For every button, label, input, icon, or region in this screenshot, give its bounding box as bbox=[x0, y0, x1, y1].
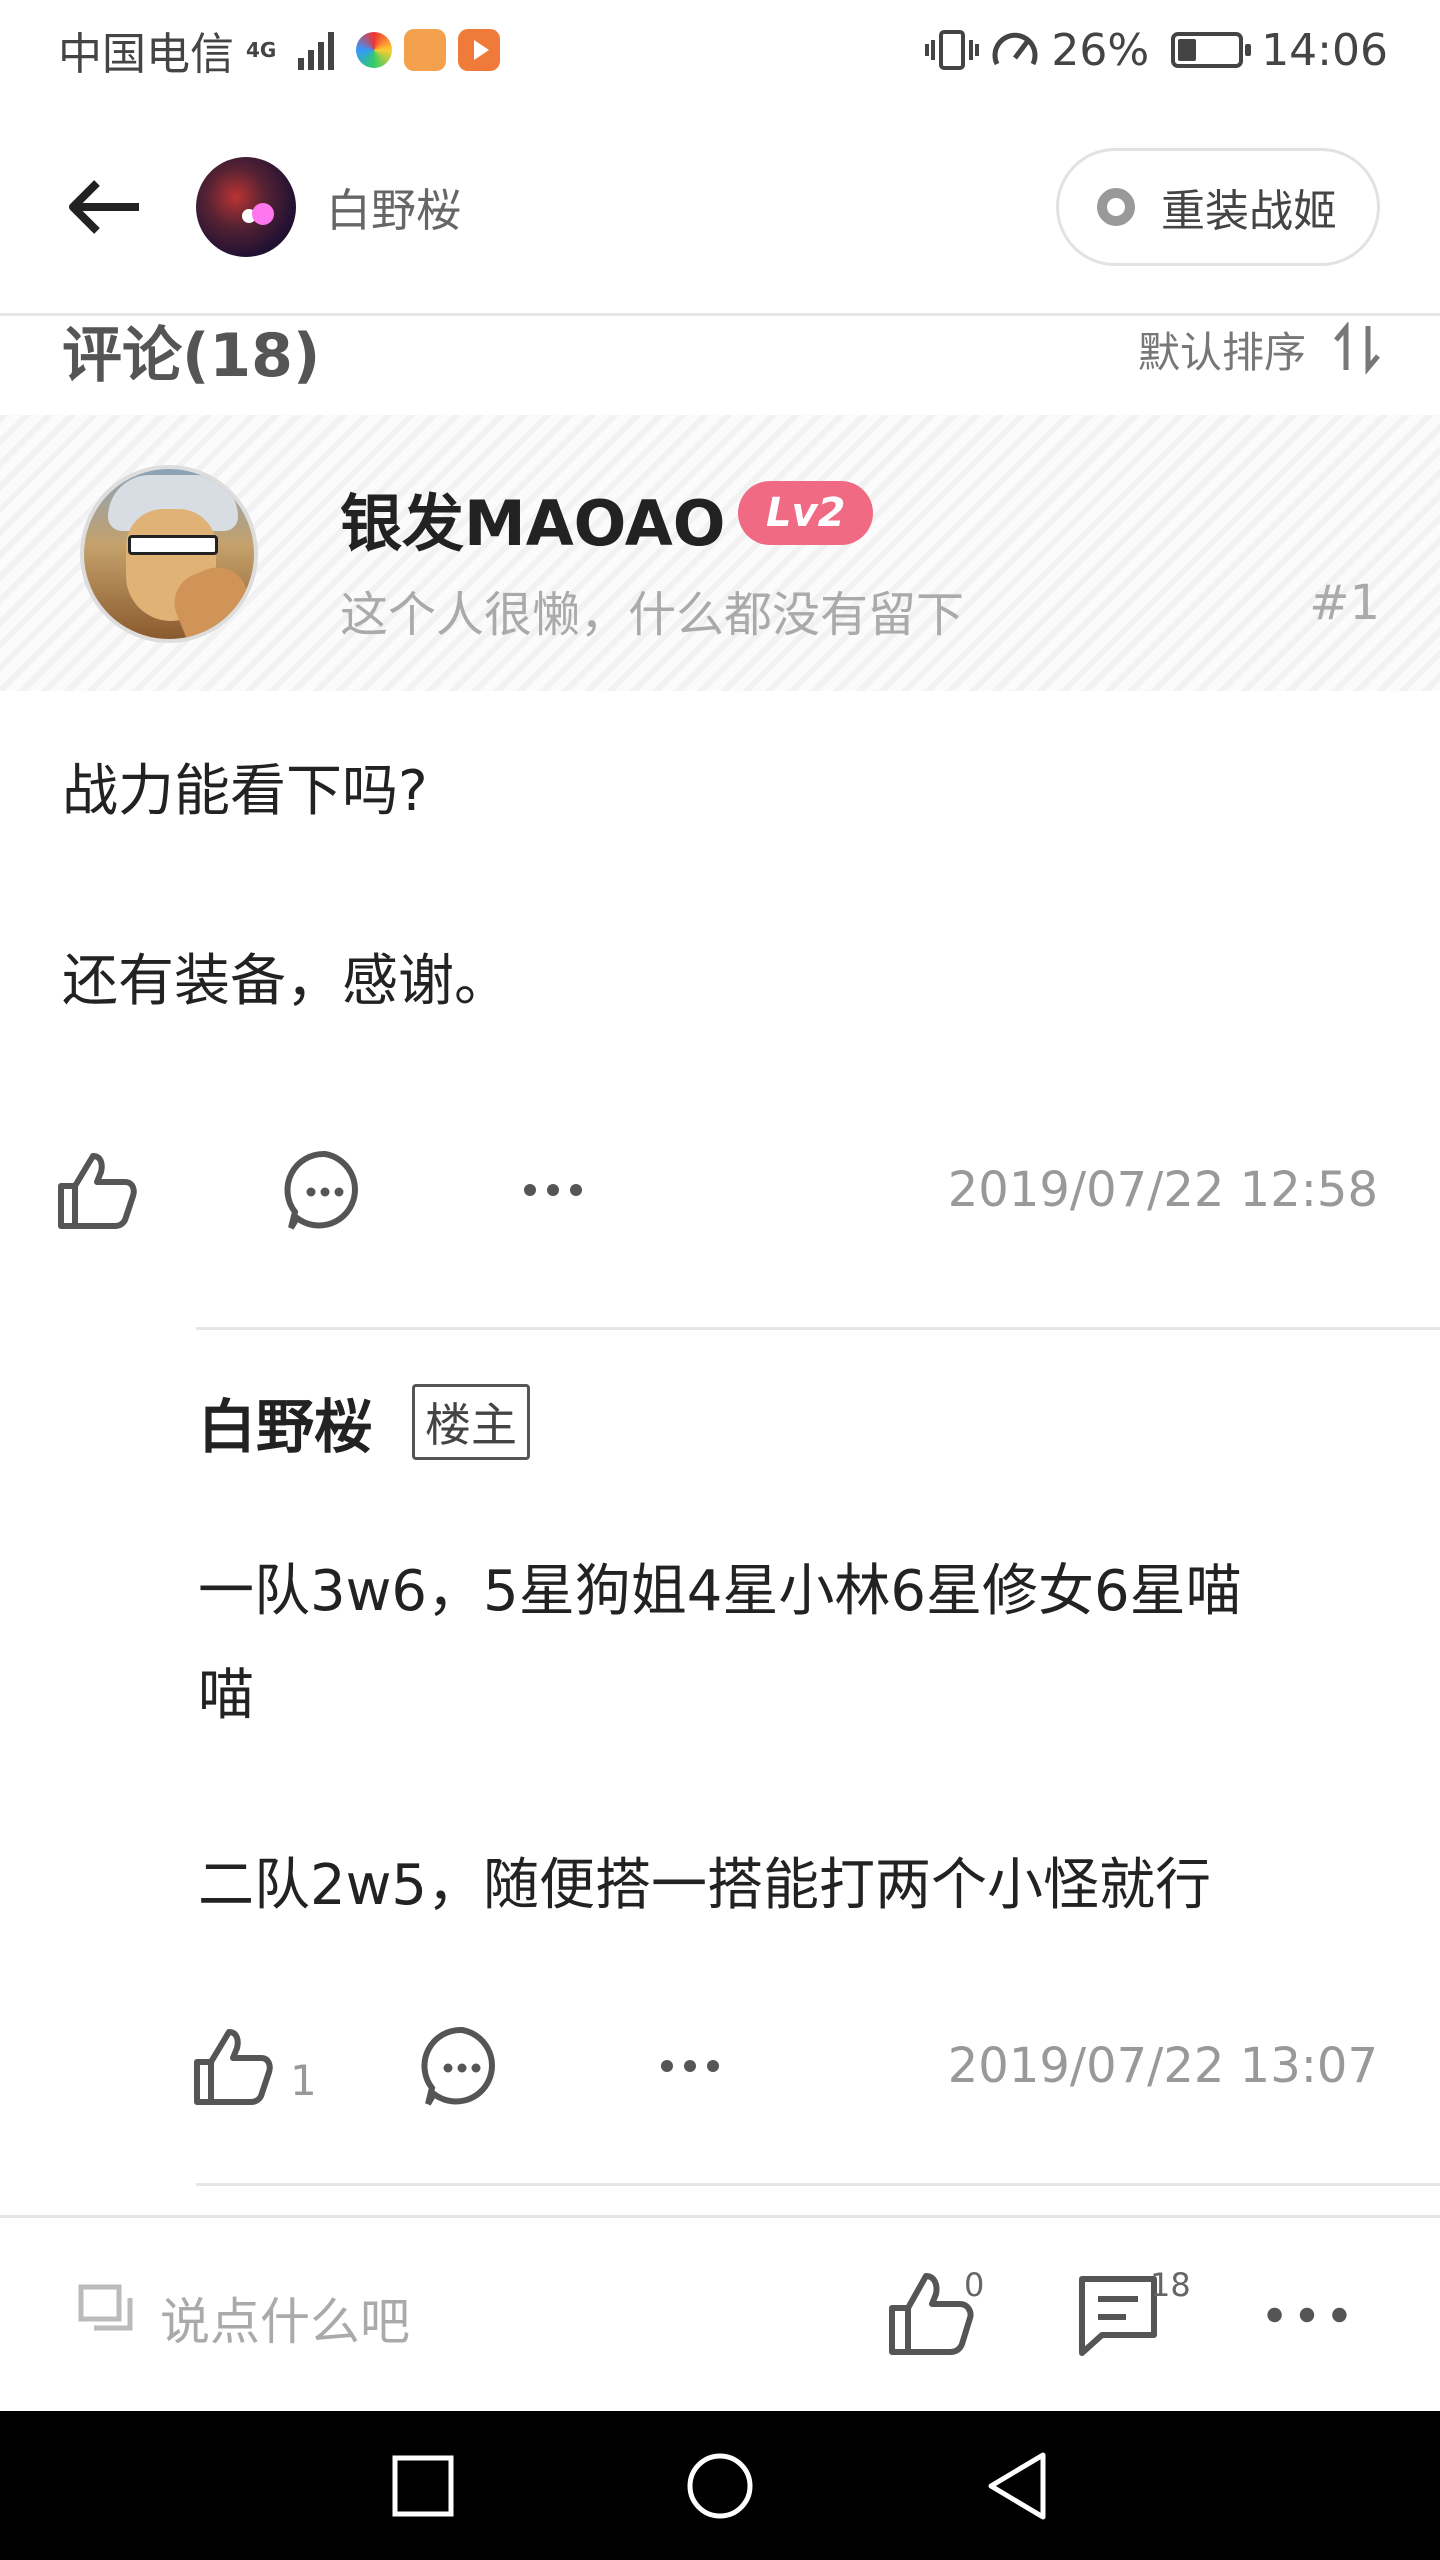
carrier-name: 中国电信 bbox=[58, 29, 234, 80]
status-bar: 中国电信 4G 26% 14:06 bbox=[0, 0, 1440, 100]
like-icon[interactable] bbox=[188, 2021, 278, 2111]
reply-line: 一队3w6，5星狗姐4星小林6星修女6星喵 bbox=[198, 1559, 1242, 1624]
commenter-avatar[interactable] bbox=[80, 465, 258, 643]
reply-bubble-icon[interactable] bbox=[417, 2021, 507, 2111]
post-like-icon[interactable] bbox=[886, 2268, 976, 2358]
battery-icon bbox=[1171, 32, 1252, 68]
reply-author-name[interactable]: 白野桜 bbox=[198, 1380, 372, 1464]
post-more-icon[interactable] bbox=[1262, 2270, 1352, 2360]
post-header: 白野桜 重装战姬 bbox=[0, 100, 1440, 316]
more-options-icon[interactable] bbox=[645, 2021, 735, 2111]
comments-title: 评论(18) bbox=[62, 321, 321, 391]
bird-app-icon bbox=[404, 29, 447, 71]
author-avatar[interactable] bbox=[196, 156, 296, 257]
reply-actions: 1 2019/07/22 13:07 bbox=[0, 2016, 1440, 2116]
recent-apps-icon[interactable] bbox=[391, 2454, 455, 2518]
post-comment-count: 18 bbox=[1150, 2266, 1191, 2304]
status-right: 26% 14:06 bbox=[925, 25, 1388, 76]
comment-input-bar: 说点什么吧 0 18 bbox=[0, 2215, 1440, 2411]
reply-divider-top bbox=[196, 1327, 1440, 1330]
more-options-icon[interactable] bbox=[508, 1145, 598, 1235]
reply-like-count: 1 bbox=[290, 2056, 317, 2105]
back-icon[interactable] bbox=[985, 2451, 1049, 2521]
reply-body: 一队3w6，5星狗姐4星小林6星修女6星喵 喵 二队2w5，随便搭一搭能打两个小… bbox=[198, 1540, 1368, 1938]
system-nav-bar bbox=[0, 2411, 1440, 2560]
back-arrow-icon[interactable] bbox=[60, 162, 150, 252]
commenter-signature: 这个人很懒，什么都没有留下 bbox=[340, 587, 965, 643]
author-name[interactable]: 白野桜 bbox=[326, 174, 461, 239]
reply-line: 喵 bbox=[198, 1663, 254, 1728]
colorful-app-icon bbox=[356, 32, 393, 68]
network-type: 4G bbox=[246, 38, 277, 62]
comment-paragraph: 战力能看下吗? bbox=[62, 759, 428, 824]
commenter-name[interactable]: 银发MAOAO bbox=[340, 473, 725, 563]
comment-paragraph: 还有装备，感谢。 bbox=[62, 949, 510, 1014]
comment-actions: 2019/07/22 12:58 bbox=[0, 1140, 1440, 1240]
reply-timestamp: 2019/07/22 13:07 bbox=[947, 2038, 1378, 2094]
comment-input[interactable]: 说点什么吧 bbox=[160, 2282, 410, 2354]
sort-icon bbox=[1334, 321, 1380, 375]
comment-input-icon bbox=[78, 2284, 133, 2331]
home-icon[interactable] bbox=[685, 2451, 755, 2521]
comment-timestamp: 2019/07/22 12:58 bbox=[947, 1162, 1378, 1218]
play-app-icon bbox=[458, 29, 501, 71]
sort-button[interactable]: 默认排序 bbox=[1138, 319, 1380, 380]
circle-ring-icon bbox=[1097, 187, 1135, 226]
reply-line: 二队2w5，随便搭一搭能打两个小怪就行 bbox=[198, 1853, 1212, 1918]
comment-body: 战力能看下吗? 还有装备，感谢。 bbox=[62, 760, 510, 1140]
vibrate-icon bbox=[925, 30, 980, 70]
floor-number: #1 bbox=[1309, 575, 1380, 631]
reply-header: 白野桜 楼主 bbox=[198, 1380, 531, 1464]
comments-header: 评论(18) 默认排序 bbox=[0, 319, 1440, 415]
reply-bubble-icon[interactable] bbox=[280, 1145, 370, 1235]
avatar-glasses bbox=[128, 535, 218, 555]
speed-icon bbox=[992, 32, 1038, 66]
level-badge: Lv2 bbox=[738, 481, 874, 545]
owner-badge: 楼主 bbox=[412, 1384, 531, 1460]
circle-tag-button[interactable]: 重装战姬 bbox=[1056, 147, 1380, 266]
reply-divider-bottom bbox=[196, 2183, 1440, 2186]
sort-label: 默认排序 bbox=[1137, 328, 1306, 377]
circle-tag-label: 重装战姬 bbox=[1161, 185, 1337, 237]
signal-strength-icon bbox=[298, 30, 335, 70]
commenter-card: 银发MAOAO Lv2 这个人很懒，什么都没有留下 #1 bbox=[0, 415, 1440, 691]
like-icon[interactable] bbox=[52, 1145, 142, 1235]
post-like-count: 0 bbox=[964, 2266, 985, 2304]
status-left: 中国电信 4G bbox=[58, 18, 501, 82]
clock-time: 14:06 bbox=[1261, 24, 1388, 76]
battery-percent: 26% bbox=[1051, 24, 1150, 76]
